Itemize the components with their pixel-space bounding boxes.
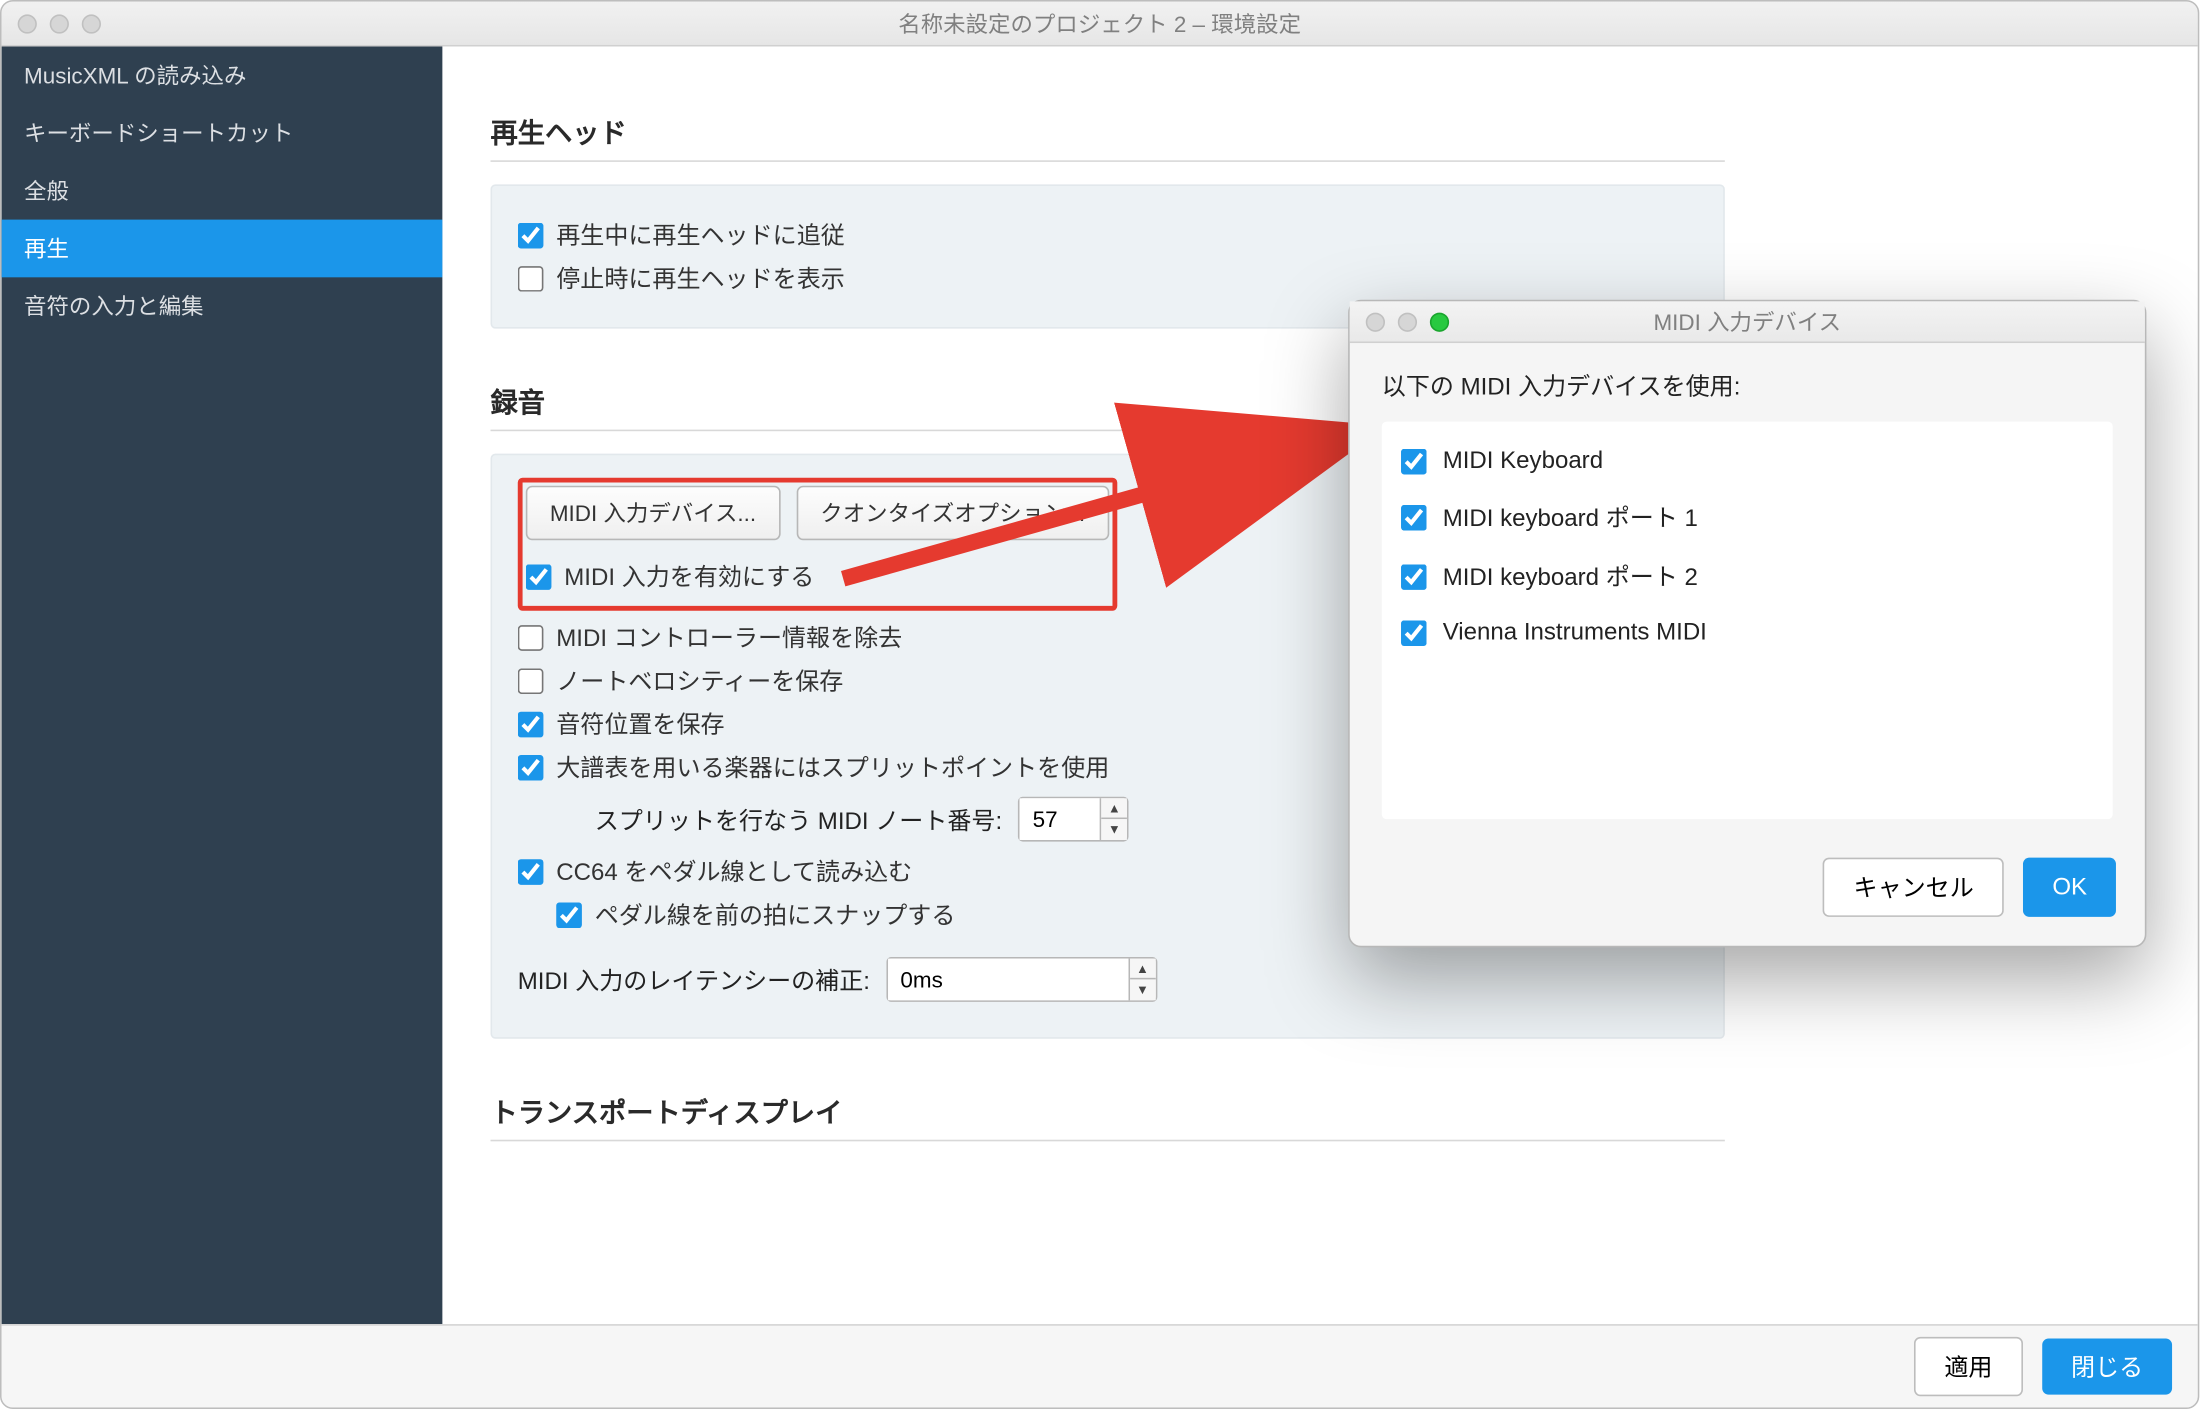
button-label: OK bbox=[2052, 874, 2087, 901]
device-list: MIDI Keyboard MIDI keyboard ポート 1 MIDI k… bbox=[1382, 422, 2113, 820]
checkbox-label: 大譜表を用いる楽器にはスプリットポイントを使用 bbox=[556, 750, 1109, 784]
device-label: MIDI keyboard ポート 2 bbox=[1443, 559, 1698, 593]
checkbox-snap-pedal[interactable] bbox=[556, 902, 582, 928]
spinner-down-icon[interactable]: ▼ bbox=[1130, 979, 1156, 1000]
dialog-prompt: 以下の MIDI 入力デバイスを使用: bbox=[1382, 369, 2113, 403]
midi-devices-dialog: MIDI 入力デバイス 以下の MIDI 入力デバイスを使用: MIDI Key… bbox=[1348, 300, 2146, 948]
spinner-down-icon[interactable]: ▼ bbox=[1102, 819, 1128, 840]
footer: 適用 閉じる bbox=[2, 1324, 2198, 1407]
checkbox-remove-cc[interactable] bbox=[518, 624, 544, 650]
checkbox-label: 音符位置を保存 bbox=[556, 707, 724, 741]
section-playhead-title: 再生ヘッド bbox=[491, 111, 1725, 162]
checkbox-show-on-stop[interactable] bbox=[518, 265, 544, 291]
button-label: 閉じる bbox=[2071, 1355, 2143, 1382]
cancel-button[interactable]: キャンセル bbox=[1823, 858, 2004, 917]
checkbox-label: 再生中に再生ヘッドに追従 bbox=[556, 218, 845, 252]
split-note-spinner[interactable]: ▲ ▼ bbox=[1018, 797, 1129, 842]
device-label: MIDI Keyboard bbox=[1443, 447, 1603, 474]
latency-input[interactable] bbox=[888, 959, 1128, 1001]
sidebar-item-label: 再生 bbox=[24, 236, 69, 262]
dialog-titlebar: MIDI 入力デバイス bbox=[1350, 301, 2145, 343]
checkbox-label: ノートベロシティーを保存 bbox=[556, 664, 843, 698]
button-label: クオンタイズオプション... bbox=[820, 500, 1085, 526]
section-transport-title: トランスポートディスプレイ bbox=[491, 1090, 1725, 1141]
apply-button[interactable]: 適用 bbox=[1914, 1337, 2023, 1396]
sidebar-item-general[interactable]: 全般 bbox=[2, 162, 443, 220]
split-note-input[interactable] bbox=[1020, 798, 1100, 840]
device-label: MIDI keyboard ポート 1 bbox=[1443, 500, 1698, 534]
device-checkbox[interactable] bbox=[1401, 504, 1427, 530]
device-checkbox[interactable] bbox=[1401, 563, 1427, 589]
prefs-window: 名称未設定のプロジェクト 2 – 環境設定 MusicXML の読み込み キーボ… bbox=[0, 0, 2199, 1409]
spinner-up-icon[interactable]: ▲ bbox=[1130, 959, 1156, 980]
dialog-title: MIDI 入力デバイス bbox=[1350, 305, 2145, 337]
checkbox-label: 停止時に再生ヘッドを表示 bbox=[556, 261, 845, 295]
device-checkbox[interactable] bbox=[1401, 620, 1427, 646]
quantize-options-button[interactable]: クオンタイズオプション... bbox=[796, 486, 1109, 541]
window-titlebar: 名称未設定のプロジェクト 2 – 環境設定 bbox=[2, 2, 2198, 47]
checkbox-preserve-position[interactable] bbox=[518, 711, 544, 737]
sidebar-item-playback[interactable]: 再生 bbox=[2, 220, 443, 278]
device-row[interactable]: MIDI keyboard ポート 1 bbox=[1388, 487, 2106, 546]
device-label: Vienna Instruments MIDI bbox=[1443, 619, 1707, 646]
annotation-highlight: MIDI 入力デバイス... クオンタイズオプション... MIDI 入力を有効… bbox=[518, 478, 1117, 611]
split-note-label: スプリットを行なう MIDI ノート番号: bbox=[595, 802, 1002, 836]
sidebar-item-label: MusicXML の読み込み bbox=[24, 63, 246, 89]
latency-label: MIDI 入力のレイテンシーの補正: bbox=[518, 963, 870, 997]
checkbox-cc64-pedal[interactable] bbox=[518, 858, 544, 884]
sidebar-item-label: 音符の入力と編集 bbox=[24, 293, 204, 319]
sidebar: MusicXML の読み込み キーボードショートカット 全般 再生 音符の入力と… bbox=[2, 46, 443, 1324]
latency-spinner[interactable]: ▲ ▼ bbox=[886, 957, 1157, 1002]
sidebar-item-label: キーボードショートカット bbox=[24, 120, 293, 146]
close-button[interactable]: 閉じる bbox=[2042, 1339, 2172, 1395]
device-row[interactable]: MIDI Keyboard bbox=[1388, 434, 2106, 487]
window-title: 名称未設定のプロジェクト 2 – 環境設定 bbox=[2, 7, 2198, 39]
device-row[interactable]: MIDI keyboard ポート 2 bbox=[1388, 547, 2106, 606]
ok-button[interactable]: OK bbox=[2023, 858, 2115, 917]
checkbox-label: CC64 をペダル線として読み込む bbox=[556, 854, 912, 888]
button-label: 適用 bbox=[1944, 1355, 1992, 1382]
checkbox-preserve-velocity[interactable] bbox=[518, 668, 544, 694]
button-label: MIDI 入力デバイス... bbox=[550, 500, 756, 526]
device-row[interactable]: Vienna Instruments MIDI bbox=[1388, 606, 2106, 659]
button-label: キャンセル bbox=[1854, 875, 1974, 902]
checkbox-label: ペダル線を前の拍にスナップする bbox=[595, 898, 956, 932]
sidebar-item-musicxml[interactable]: MusicXML の読み込み bbox=[2, 46, 443, 104]
checkbox-label: MIDI コントローラー情報を除去 bbox=[556, 620, 902, 654]
checkbox-use-splitpoint[interactable] bbox=[518, 754, 544, 780]
device-checkbox[interactable] bbox=[1401, 448, 1427, 474]
checkbox-follow-playhead[interactable] bbox=[518, 222, 544, 248]
sidebar-item-shortcuts[interactable]: キーボードショートカット bbox=[2, 104, 443, 162]
spinner-up-icon[interactable]: ▲ bbox=[1102, 798, 1128, 819]
midi-input-devices-button[interactable]: MIDI 入力デバイス... bbox=[526, 486, 780, 541]
checkbox-enable-midi-input[interactable] bbox=[526, 563, 552, 589]
sidebar-item-noteinput[interactable]: 音符の入力と編集 bbox=[2, 277, 443, 335]
sidebar-item-label: 全般 bbox=[24, 178, 69, 204]
checkbox-label: MIDI 入力を有効にする bbox=[564, 559, 814, 593]
